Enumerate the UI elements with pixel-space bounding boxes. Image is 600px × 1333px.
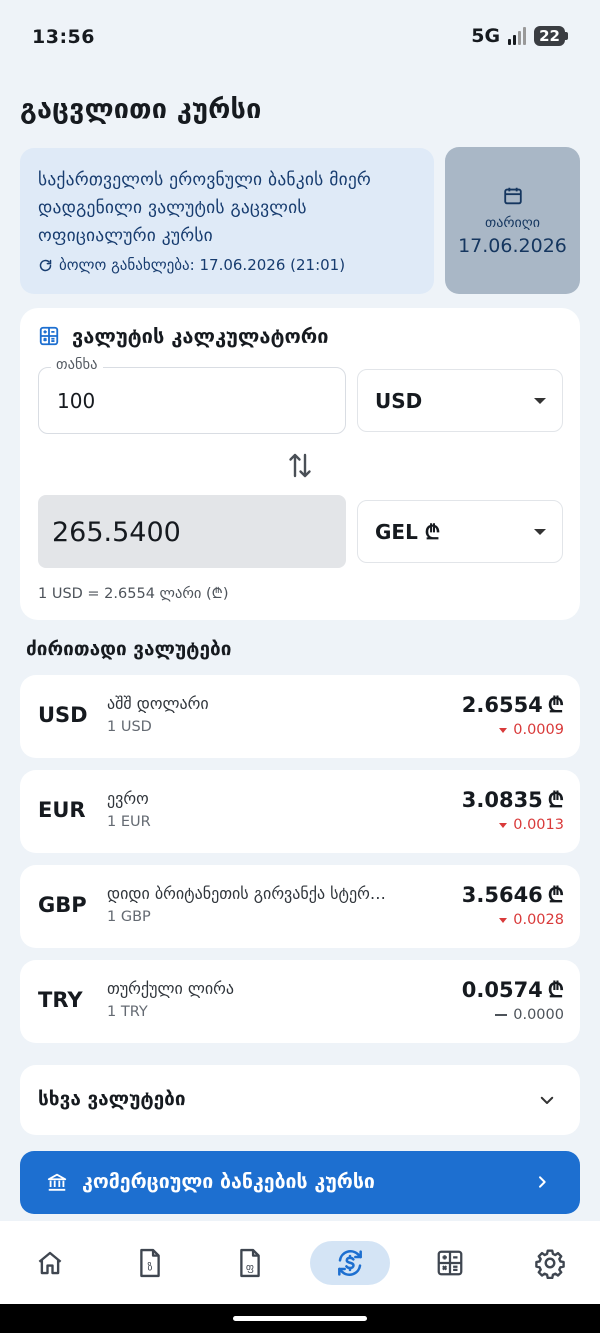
- currency-name: ევრო: [107, 789, 149, 808]
- currency-unit: 1 TRY: [107, 1004, 148, 1020]
- currency-code: GBP: [38, 893, 87, 917]
- from-currency-value: USD: [375, 388, 423, 413]
- lari-symbol: ₾: [547, 788, 564, 812]
- currency-rate: 0.0574 ₾: [461, 978, 564, 1002]
- currency-change: 0.0000: [495, 1007, 564, 1023]
- other-currencies-label: სხვა ვალუტები: [38, 1088, 186, 1110]
- nav-exchange[interactable]: [310, 1241, 390, 1285]
- amount-label: თანხა: [51, 357, 103, 373]
- result-value: 265.5400: [38, 495, 346, 568]
- status-time: 13:56: [32, 26, 95, 48]
- document-alt-icon: ფ: [240, 1248, 260, 1278]
- down-arrow-icon: [499, 727, 508, 733]
- nav-documents[interactable]: ზ: [120, 1241, 180, 1285]
- currency-name: დიდი ბრიტანეთის გირვანქა სტერლინგი: [107, 884, 397, 903]
- lari-symbol: ₾: [547, 693, 564, 717]
- signal-icon: [508, 27, 527, 45]
- to-currency-value: GEL ₾: [375, 520, 441, 544]
- rate-note: 1 USD = 2.6554 ლარი (₾): [38, 586, 229, 602]
- svg-text:ფ: ფ: [246, 1262, 254, 1273]
- currency-change: 0.0013: [499, 817, 564, 833]
- currency-row-gbp[interactable]: GBP დიდი ბრიტანეთის გირვანქა სტერლინგი 1…: [20, 865, 580, 948]
- date-picker-button[interactable]: თარიღი 17.06.2026: [445, 147, 580, 294]
- nav-home[interactable]: [20, 1241, 80, 1285]
- currency-code: TRY: [38, 988, 83, 1012]
- currency-row-usd[interactable]: USD აშშ დოლარი 1 USD 2.6554 ₾ 0.0009: [20, 675, 580, 758]
- nav-calculator[interactable]: [420, 1241, 480, 1285]
- amount-input[interactable]: [57, 386, 317, 416]
- page-title: გაცვლითი კურსი: [20, 94, 262, 125]
- currency-code: USD: [38, 703, 88, 727]
- currency-rate: 3.0835 ₾: [461, 788, 564, 812]
- currency-unit: 1 EUR: [107, 814, 151, 830]
- currency-change: 0.0028: [499, 912, 564, 928]
- dropdown-caret-icon: [534, 528, 546, 535]
- no-change-icon: [495, 1014, 508, 1016]
- calculator-card: ვალუტის კალკულატორი თანხა USD 265.5400 G…: [20, 308, 580, 620]
- currency-rate: 3.5646 ₾: [461, 883, 564, 907]
- battery-icon: 22: [534, 26, 568, 46]
- main-currencies-title: ძირითადი ვალუტები: [26, 638, 232, 660]
- nav-settings[interactable]: [520, 1241, 580, 1285]
- svg-text:ზ: ზ: [148, 1261, 153, 1273]
- refresh-icon: [39, 259, 52, 271]
- lari-symbol: ₾: [547, 883, 564, 907]
- down-arrow-icon: [499, 822, 508, 828]
- calendar-icon: [503, 187, 522, 204]
- currency-change: 0.0009: [499, 722, 564, 738]
- calculator-title: ვალუტის კალკულატორი: [72, 324, 329, 348]
- bank-icon: [47, 1173, 67, 1191]
- date-value: 17.06.2026: [458, 234, 567, 257]
- to-currency-select[interactable]: GEL ₾: [357, 500, 563, 563]
- nav-documents-alt[interactable]: ფ: [220, 1241, 280, 1285]
- currency-name: აშშ დოლარი: [107, 694, 209, 713]
- last-updated: ბოლო განახლება: 17.06.2026 (21:01): [38, 256, 416, 274]
- status-indicators: 5G 22: [471, 25, 568, 47]
- bottom-navigation: ზ ფ: [0, 1221, 600, 1304]
- currency-code: EUR: [38, 798, 86, 822]
- commercial-banks-button[interactable]: კომერციული ბანკების კურსი: [20, 1151, 580, 1214]
- document-icon: ზ: [140, 1248, 160, 1278]
- from-currency-select[interactable]: USD: [357, 369, 563, 432]
- info-card: საქართველოს ეროვნული ბანკის მიერ დადგენი…: [20, 148, 434, 294]
- dropdown-caret-icon: [534, 397, 546, 404]
- currency-row-try[interactable]: TRY თურქული ლირა 1 TRY 0.0574 ₾ 0.0000: [20, 960, 580, 1043]
- chevron-down-icon: [540, 1096, 554, 1104]
- other-currencies-expander[interactable]: სხვა ვალუტები: [20, 1065, 580, 1135]
- down-arrow-icon: [499, 917, 508, 923]
- lari-symbol: ₾: [547, 978, 564, 1002]
- calculator-icon: [437, 1250, 463, 1276]
- commercial-banks-label: კომერციული ბანკების კურსი: [82, 1170, 375, 1193]
- currency-rate: 2.6554 ₾: [461, 693, 564, 717]
- home-indicator[interactable]: [233, 1316, 367, 1321]
- date-label: თარიღი: [485, 214, 540, 231]
- calculator-icon: [39, 326, 59, 346]
- swap-icon[interactable]: [288, 450, 312, 480]
- info-description: საქართველოს ეროვნული ბანკის მიერ დადგენი…: [38, 170, 372, 246]
- battery-level: 22: [534, 26, 565, 46]
- system-gesture-bar: [0, 1304, 600, 1333]
- currency-exchange-icon: [338, 1250, 362, 1276]
- status-bar: 13:56 5G 22: [0, 0, 600, 76]
- settings-icon: [535, 1249, 565, 1279]
- chevron-right-icon: [539, 1176, 546, 1188]
- currency-unit: 1 GBP: [107, 909, 151, 925]
- last-updated-text: ბოლო განახლება: 17.06.2026 (21:01): [59, 256, 346, 274]
- calculator-header: ვალუტის კალკულატორი: [38, 324, 328, 348]
- currency-row-eur[interactable]: EUR ევრო 1 EUR 3.0835 ₾ 0.0013: [20, 770, 580, 853]
- network-type: 5G: [471, 25, 501, 47]
- currency-name: თურქული ლირა: [107, 979, 235, 998]
- home-icon: [38, 1251, 62, 1275]
- currency-unit: 1 USD: [107, 719, 152, 735]
- amount-field[interactable]: თანხა: [38, 357, 346, 434]
